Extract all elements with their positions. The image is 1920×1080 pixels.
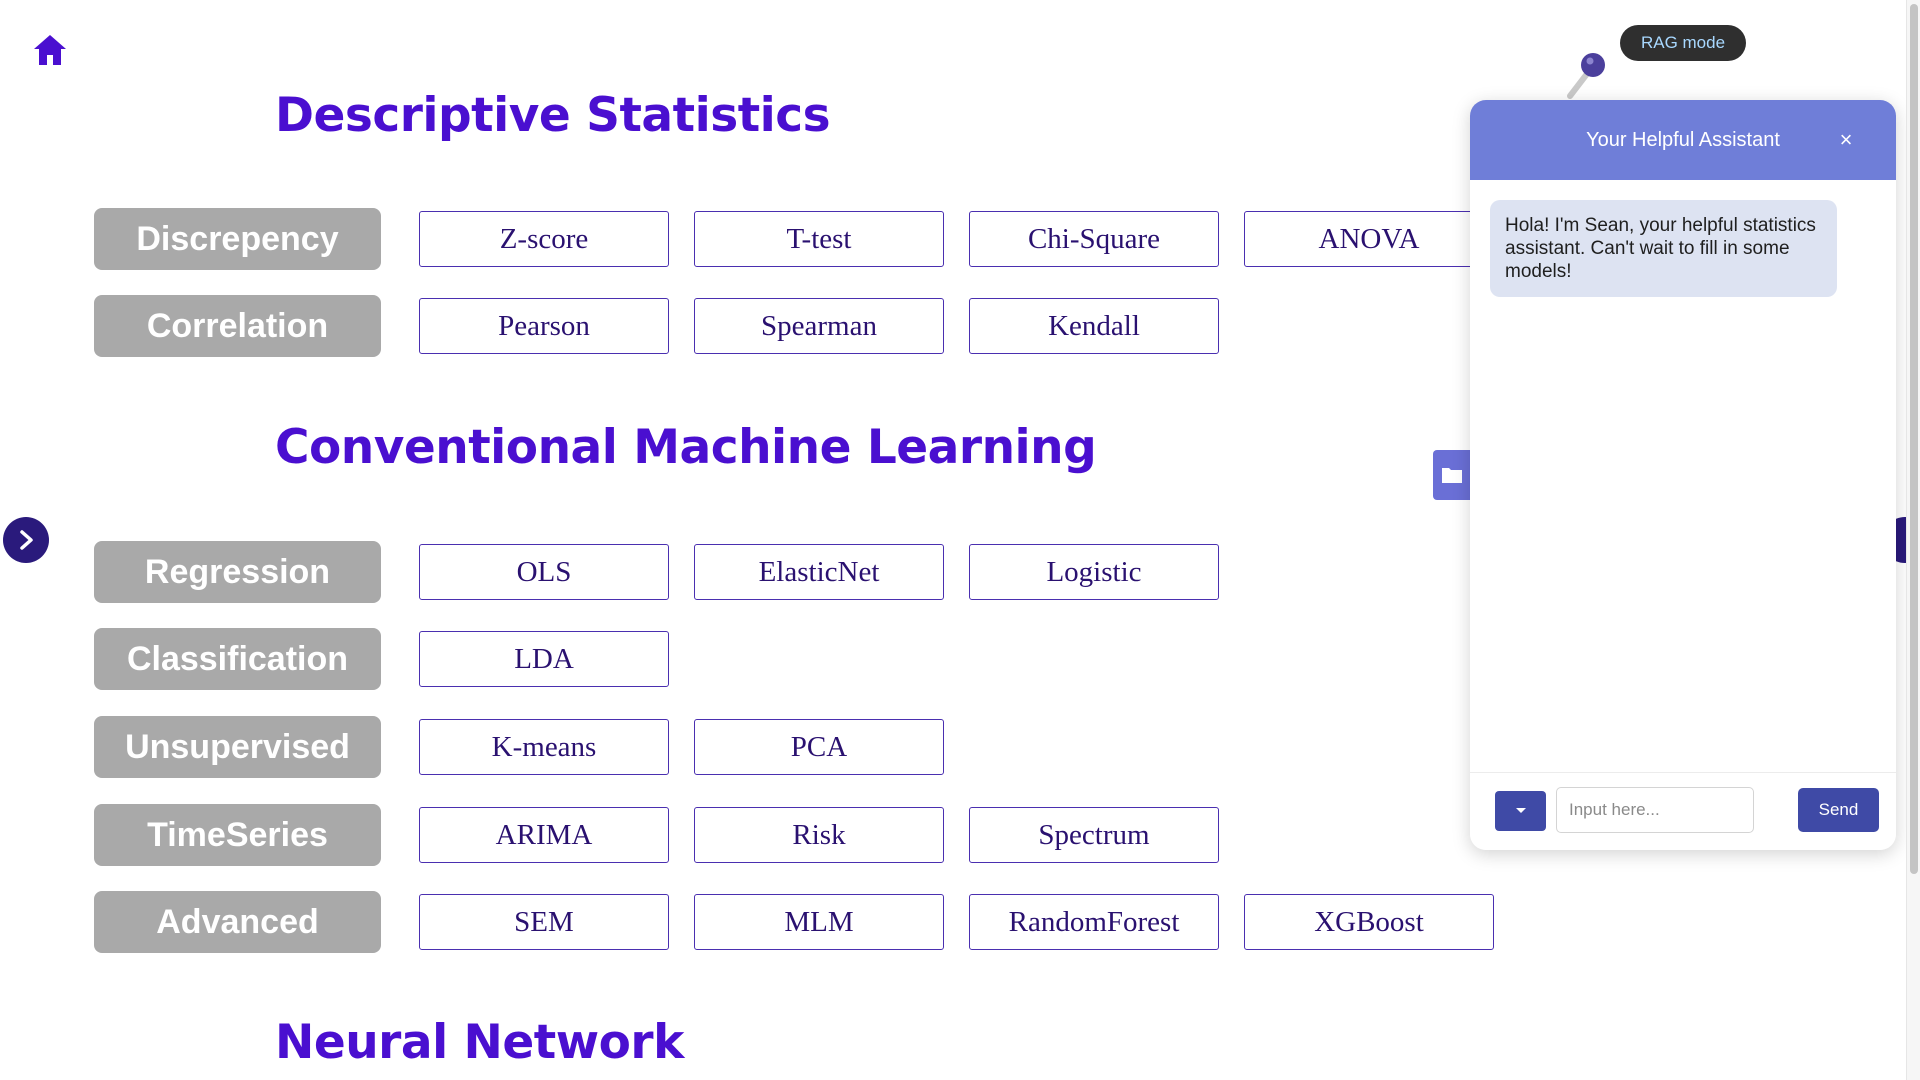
chevron-right-icon — [20, 530, 33, 550]
chat-options-dropdown[interactable] — [1495, 791, 1546, 831]
model-button-t-test[interactable]: T-test — [694, 211, 944, 267]
model-button-logistic[interactable]: Logistic — [969, 544, 1219, 600]
model-button-mlm[interactable]: MLM — [694, 894, 944, 950]
chat-footer: Send — [1470, 772, 1896, 850]
model-button-k-means[interactable]: K-means — [419, 719, 669, 775]
model-button-pca[interactable]: PCA — [694, 719, 944, 775]
toggle-knob-icon[interactable] — [1562, 52, 1610, 100]
assistant-message: Hola! I'm Sean, your helpful statistics … — [1490, 200, 1837, 297]
model-button-xgboost[interactable]: XGBoost — [1244, 894, 1494, 950]
model-button-pearson[interactable]: Pearson — [419, 298, 669, 354]
caret-down-icon — [1515, 808, 1526, 813]
category-button-classification[interactable]: Classification — [94, 628, 381, 690]
category-button-correlation[interactable]: Correlation — [94, 295, 381, 357]
page: Descriptive Statistics Discrepency Z-sco… — [0, 0, 1920, 1080]
scrollbar[interactable] — [1906, 0, 1920, 1080]
section-title-neural: Neural Network — [275, 1015, 684, 1070]
chat-title: Your Helpful Assistant — [1586, 128, 1780, 151]
section-title-descriptive: Descriptive Statistics — [275, 88, 831, 143]
category-button-unsupervised[interactable]: Unsupervised — [94, 716, 381, 778]
close-icon[interactable]: × — [1832, 126, 1860, 154]
model-button-elasticnet[interactable]: ElasticNet — [694, 544, 944, 600]
scrollbar-thumb[interactable] — [1910, 4, 1918, 874]
chat-messages: Hola! I'm Sean, your helpful statistics … — [1470, 180, 1896, 772]
section-title-conventional: Conventional Machine Learning — [275, 420, 1097, 475]
model-button-sem[interactable]: SEM — [419, 894, 669, 950]
chat-header: Your Helpful Assistant × — [1470, 100, 1896, 180]
category-button-discrepency[interactable]: Discrepency — [94, 208, 381, 270]
home-icon[interactable] — [32, 32, 68, 68]
category-button-timeseries[interactable]: TimeSeries — [94, 804, 381, 866]
category-button-regression[interactable]: Regression — [94, 541, 381, 603]
folder-tab-button[interactable] — [1433, 450, 1471, 500]
model-button-randomforest[interactable]: RandomForest — [969, 894, 1219, 950]
model-button-spearman[interactable]: Spearman — [694, 298, 944, 354]
model-button-arima[interactable]: ARIMA — [419, 807, 669, 863]
expand-sidebar-button[interactable] — [3, 517, 49, 563]
folder-icon — [1442, 468, 1462, 483]
chat-input[interactable] — [1556, 787, 1754, 833]
model-button-spectrum[interactable]: Spectrum — [969, 807, 1219, 863]
model-button-ols[interactable]: OLS — [419, 544, 669, 600]
model-button-chi-square[interactable]: Chi-Square — [969, 211, 1219, 267]
model-button-z-score[interactable]: Z-score — [419, 211, 669, 267]
category-button-advanced[interactable]: Advanced — [94, 891, 381, 953]
model-button-anova[interactable]: ANOVA — [1244, 211, 1494, 267]
model-button-kendall[interactable]: Kendall — [969, 298, 1219, 354]
rag-mode-toggle[interactable]: RAG mode — [1620, 25, 1746, 61]
model-button-lda[interactable]: LDA — [419, 631, 669, 687]
model-button-risk[interactable]: Risk — [694, 807, 944, 863]
send-button[interactable]: Send — [1798, 788, 1879, 832]
chat-panel: Your Helpful Assistant × Hola! I'm Sean,… — [1470, 100, 1896, 850]
